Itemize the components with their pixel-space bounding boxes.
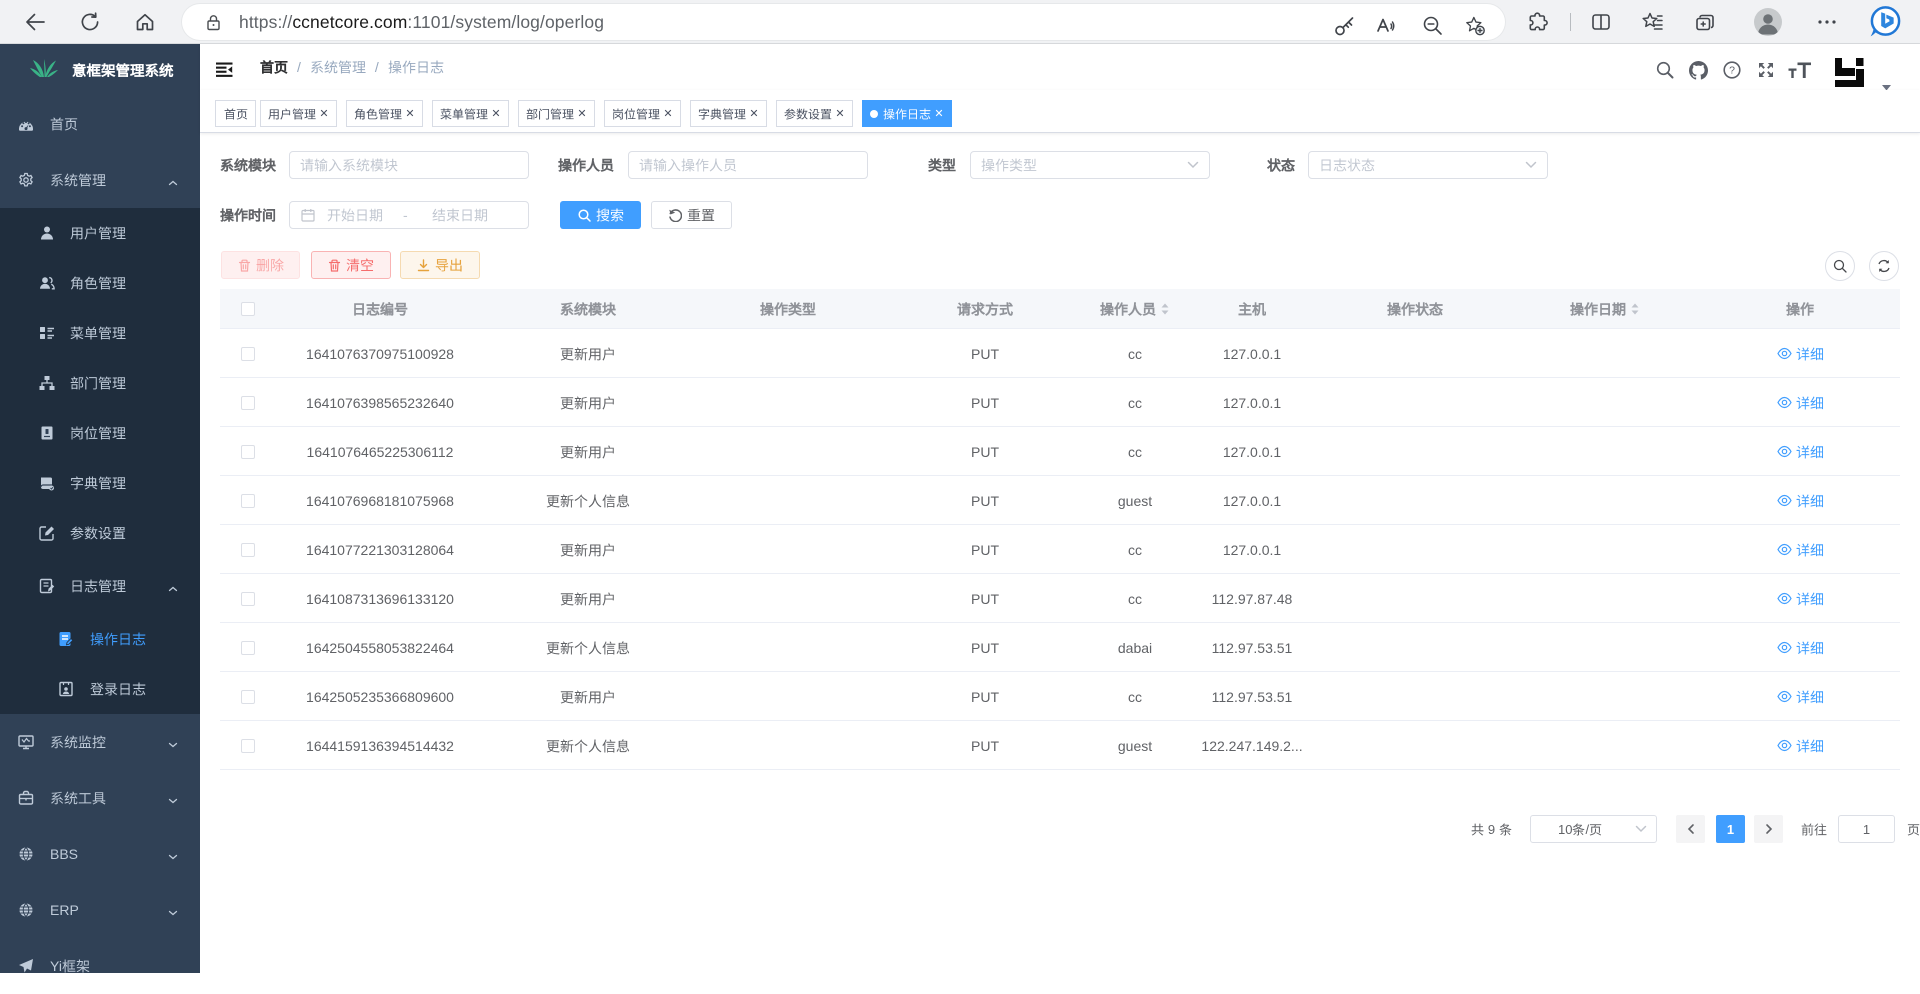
svg-text:?: ? bbox=[1729, 64, 1735, 76]
